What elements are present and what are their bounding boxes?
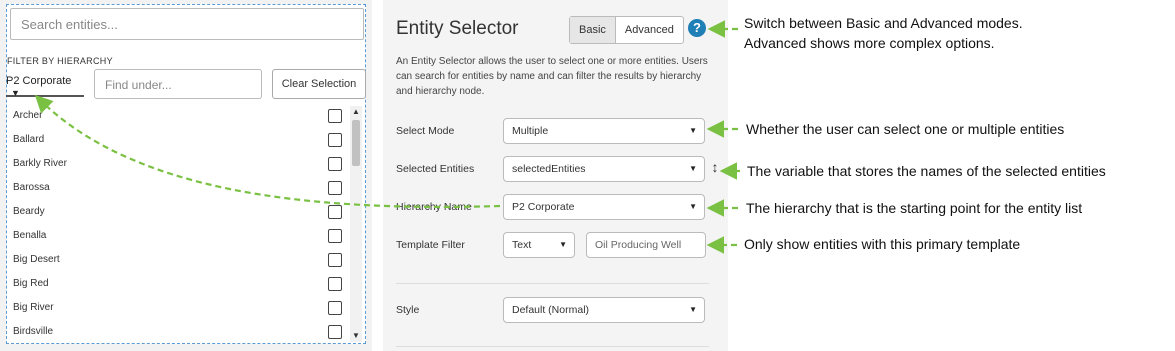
list-item[interactable]: Ballard: [8, 128, 348, 152]
entity-name: Barossa: [13, 182, 50, 193]
divider: [396, 283, 709, 284]
select-mode-label: Select Mode: [396, 125, 455, 137]
entity-checkbox[interactable]: [328, 253, 342, 267]
hierarchy-name-value: P2 Corporate: [512, 201, 575, 213]
clear-selection-button[interactable]: Clear Selection: [272, 69, 366, 99]
basic-mode-button[interactable]: Basic: [570, 17, 616, 43]
entity-name: Archer: [13, 110, 43, 121]
divider: [396, 346, 709, 347]
template-filter-input[interactable]: Oil Producing Well: [586, 232, 706, 258]
entity-checkbox[interactable]: [328, 205, 342, 219]
annotation-template: Only show entities with this primary tem…: [744, 236, 1021, 252]
annotation-modes-line1: Switch between Basic and Advanced modes.: [744, 15, 1023, 31]
dropdown-arrow-icon: ▼: [689, 305, 697, 314]
dropdown-arrow-icon: ▼: [689, 164, 697, 173]
list-item[interactable]: Benalla: [8, 224, 348, 248]
entity-name: Beardy: [13, 206, 45, 217]
panel-title: Entity Selector: [396, 18, 519, 39]
entity-name: Barkly River: [13, 158, 67, 169]
style-value: Default (Normal): [512, 304, 590, 316]
entity-list-scrollbar[interactable]: ▲ ▼: [350, 106, 362, 342]
entity-name: Ballard: [13, 134, 45, 145]
hierarchy-name-dropdown[interactable]: P2 Corporate ▼: [503, 194, 705, 220]
entity-checkbox[interactable]: [328, 229, 342, 243]
hierarchy-dropdown-value: P2 Corporate: [6, 75, 72, 87]
annotation-selected-entities: The variable that stores the names of th…: [747, 163, 1106, 179]
annotation-select-mode: Whether the user can select one or multi…: [746, 121, 1065, 137]
filter-by-hierarchy-label: FILTER BY HIERARCHY: [7, 56, 113, 66]
selected-entities-value: selectedEntities: [512, 163, 586, 175]
list-item[interactable]: Birdsville: [8, 320, 348, 342]
style-label: Style: [396, 304, 420, 316]
template-filter-label: Template Filter: [396, 239, 465, 251]
annotation-modes: Switch between Basic and Advanced modes.…: [744, 13, 1023, 53]
entity-name: Birdsville: [13, 326, 54, 337]
entity-checkbox[interactable]: [328, 325, 342, 339]
question-mark-icon[interactable]: ?: [688, 19, 706, 37]
select-mode-value: Multiple: [512, 125, 549, 137]
property-panel: Entity Selector Basic Advanced ? An Enti…: [383, 0, 728, 351]
list-item[interactable]: Barkly River: [8, 152, 348, 176]
dropdown-arrow-icon: ▼: [689, 126, 697, 135]
entity-checkbox[interactable]: [328, 181, 342, 195]
list-item[interactable]: Barossa: [8, 176, 348, 200]
list-item[interactable]: Big Desert: [8, 248, 348, 272]
template-filter-type-value: Text: [512, 239, 532, 251]
selected-entities-label: Selected Entities: [396, 163, 475, 175]
advanced-mode-button[interactable]: Advanced: [616, 17, 683, 43]
list-item[interactable]: Archer: [8, 104, 348, 128]
entity-selector-widget: Search entities... FILTER BY HIERARCHY P…: [0, 0, 372, 351]
caret-down-icon: ▼: [11, 88, 20, 98]
entity-name: Big River: [13, 302, 54, 313]
entity-list: Archer Ballard Barkly River Barossa Bear…: [8, 104, 348, 342]
panel-description: An Entity Selector allows the user to se…: [396, 56, 708, 97]
scroll-thumb[interactable]: [352, 120, 360, 166]
style-dropdown[interactable]: Default (Normal) ▼: [503, 297, 705, 323]
link-variable-icon[interactable]: ↕: [709, 159, 721, 175]
list-item[interactable]: Beardy: [8, 200, 348, 224]
list-item[interactable]: Big River: [8, 296, 348, 320]
scroll-down-icon[interactable]: ▼: [350, 330, 362, 342]
dropdown-arrow-icon: ▼: [559, 240, 567, 249]
entity-checkbox[interactable]: [328, 109, 342, 123]
scroll-up-icon[interactable]: ▲: [350, 106, 362, 118]
template-filter-type-dropdown[interactable]: Text ▼: [503, 232, 575, 258]
dropdown-arrow-icon: ▼: [689, 202, 697, 211]
annotation-modes-line2: Advanced shows more complex options.: [744, 35, 995, 51]
find-under-input[interactable]: Find under...: [94, 69, 262, 99]
entity-name: Benalla: [13, 230, 47, 241]
entity-name: Big Red: [13, 278, 49, 289]
select-mode-dropdown[interactable]: Multiple ▼: [503, 118, 705, 144]
hierarchy-name-label: Hierarchy Name: [396, 201, 472, 213]
mode-toggle: Basic Advanced: [569, 16, 684, 44]
selected-entities-dropdown[interactable]: selectedEntities ▼: [503, 156, 705, 182]
list-item[interactable]: Big Red: [8, 272, 348, 296]
entity-checkbox[interactable]: [328, 277, 342, 291]
entity-checkbox[interactable]: [328, 157, 342, 171]
entity-checkbox[interactable]: [328, 301, 342, 315]
annotation-hierarchy: The hierarchy that is the starting point…: [746, 200, 1083, 216]
hierarchy-dropdown[interactable]: P2 Corporate▼: [6, 75, 84, 98]
search-entities-input[interactable]: Search entities...: [10, 8, 364, 40]
entity-checkbox[interactable]: [328, 133, 342, 147]
entity-name: Big Desert: [13, 254, 60, 265]
